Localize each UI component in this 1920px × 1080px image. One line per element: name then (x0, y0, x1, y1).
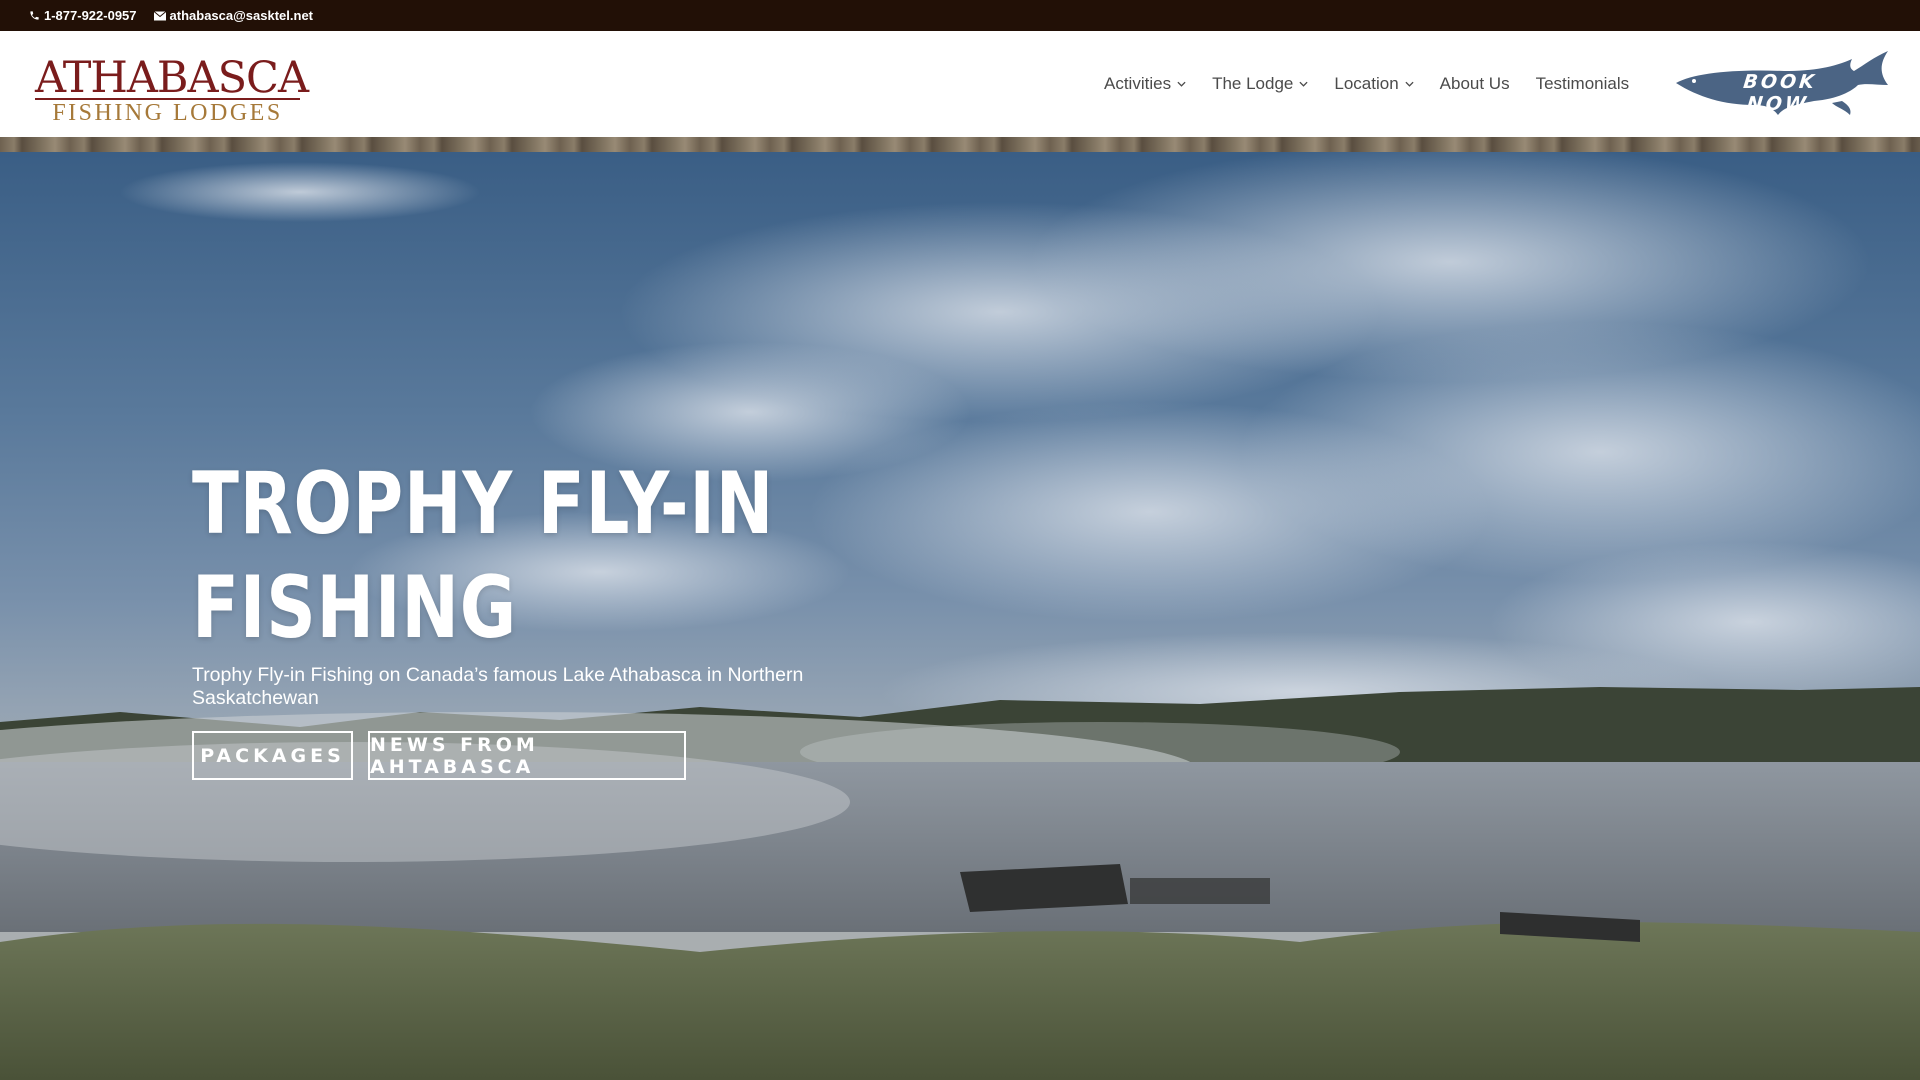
nav-item-location[interactable]: Location (1334, 74, 1414, 94)
book-now-button[interactable]: BOOK NOW (1674, 49, 1892, 115)
email-link[interactable]: athabasca@sasktel.net (153, 8, 314, 23)
logo-wordmark-top: ATHABASCA (35, 53, 309, 103)
nav-item-activities[interactable]: Activities (1104, 74, 1186, 94)
phone-link[interactable]: 1-877-922-0957 (29, 8, 137, 23)
site-header: ATHABASCA FISHING LODGES Activities The … (0, 31, 1920, 137)
nav-item-the-lodge[interactable]: The Lodge (1212, 74, 1308, 94)
hero-title: TROPHY FLY-IN FISHING (192, 454, 775, 658)
hero-button-group: PACKAGES NEWS FROM AHTABASCA (192, 731, 892, 780)
nav-item-label: Testimonials (1535, 74, 1630, 93)
nav-item-label: The Lodge (1212, 74, 1294, 93)
chevron-down-icon (1177, 81, 1186, 87)
nav-item-testimonials[interactable]: Testimonials (1536, 74, 1630, 94)
hero-banner: TROPHY FLY-IN FISHING Trophy Fly-in Fish… (0, 152, 1920, 1080)
phone-number: 1-877-922-0957 (44, 8, 137, 23)
book-now-label: BOOK NOW (1742, 71, 1819, 115)
news-button[interactable]: NEWS FROM AHTABASCA (368, 731, 686, 780)
hero-subtitle: Trophy Fly-in Fishing on Canada’s famous… (192, 664, 804, 709)
packages-button[interactable]: PACKAGES (192, 731, 353, 780)
envelope-icon (153, 10, 166, 20)
main-nav: Activities The Lodge Location About Us T… (1104, 31, 1655, 137)
email-address: athabasca@sasktel.net (169, 8, 314, 23)
logo-wordmark-bottom: FISHING LODGES (52, 100, 283, 126)
chevron-down-icon (1299, 81, 1308, 87)
nav-item-label: Location (1334, 74, 1399, 93)
nav-item-label: About Us (1439, 74, 1510, 93)
top-contact-bar: 1-877-922-0957 athabasca@sasktel.net (0, 0, 1920, 31)
site-logo[interactable]: ATHABASCA FISHING LODGES (35, 53, 309, 127)
hero-content: TROPHY FLY-IN FISHING Trophy Fly-in Fish… (192, 452, 892, 780)
chevron-down-icon (1405, 81, 1414, 87)
nav-item-about-us[interactable]: About Us (1440, 74, 1510, 94)
phone-icon (30, 11, 39, 20)
wood-divider (0, 137, 1920, 152)
nav-item-label: Activities (1104, 74, 1172, 93)
